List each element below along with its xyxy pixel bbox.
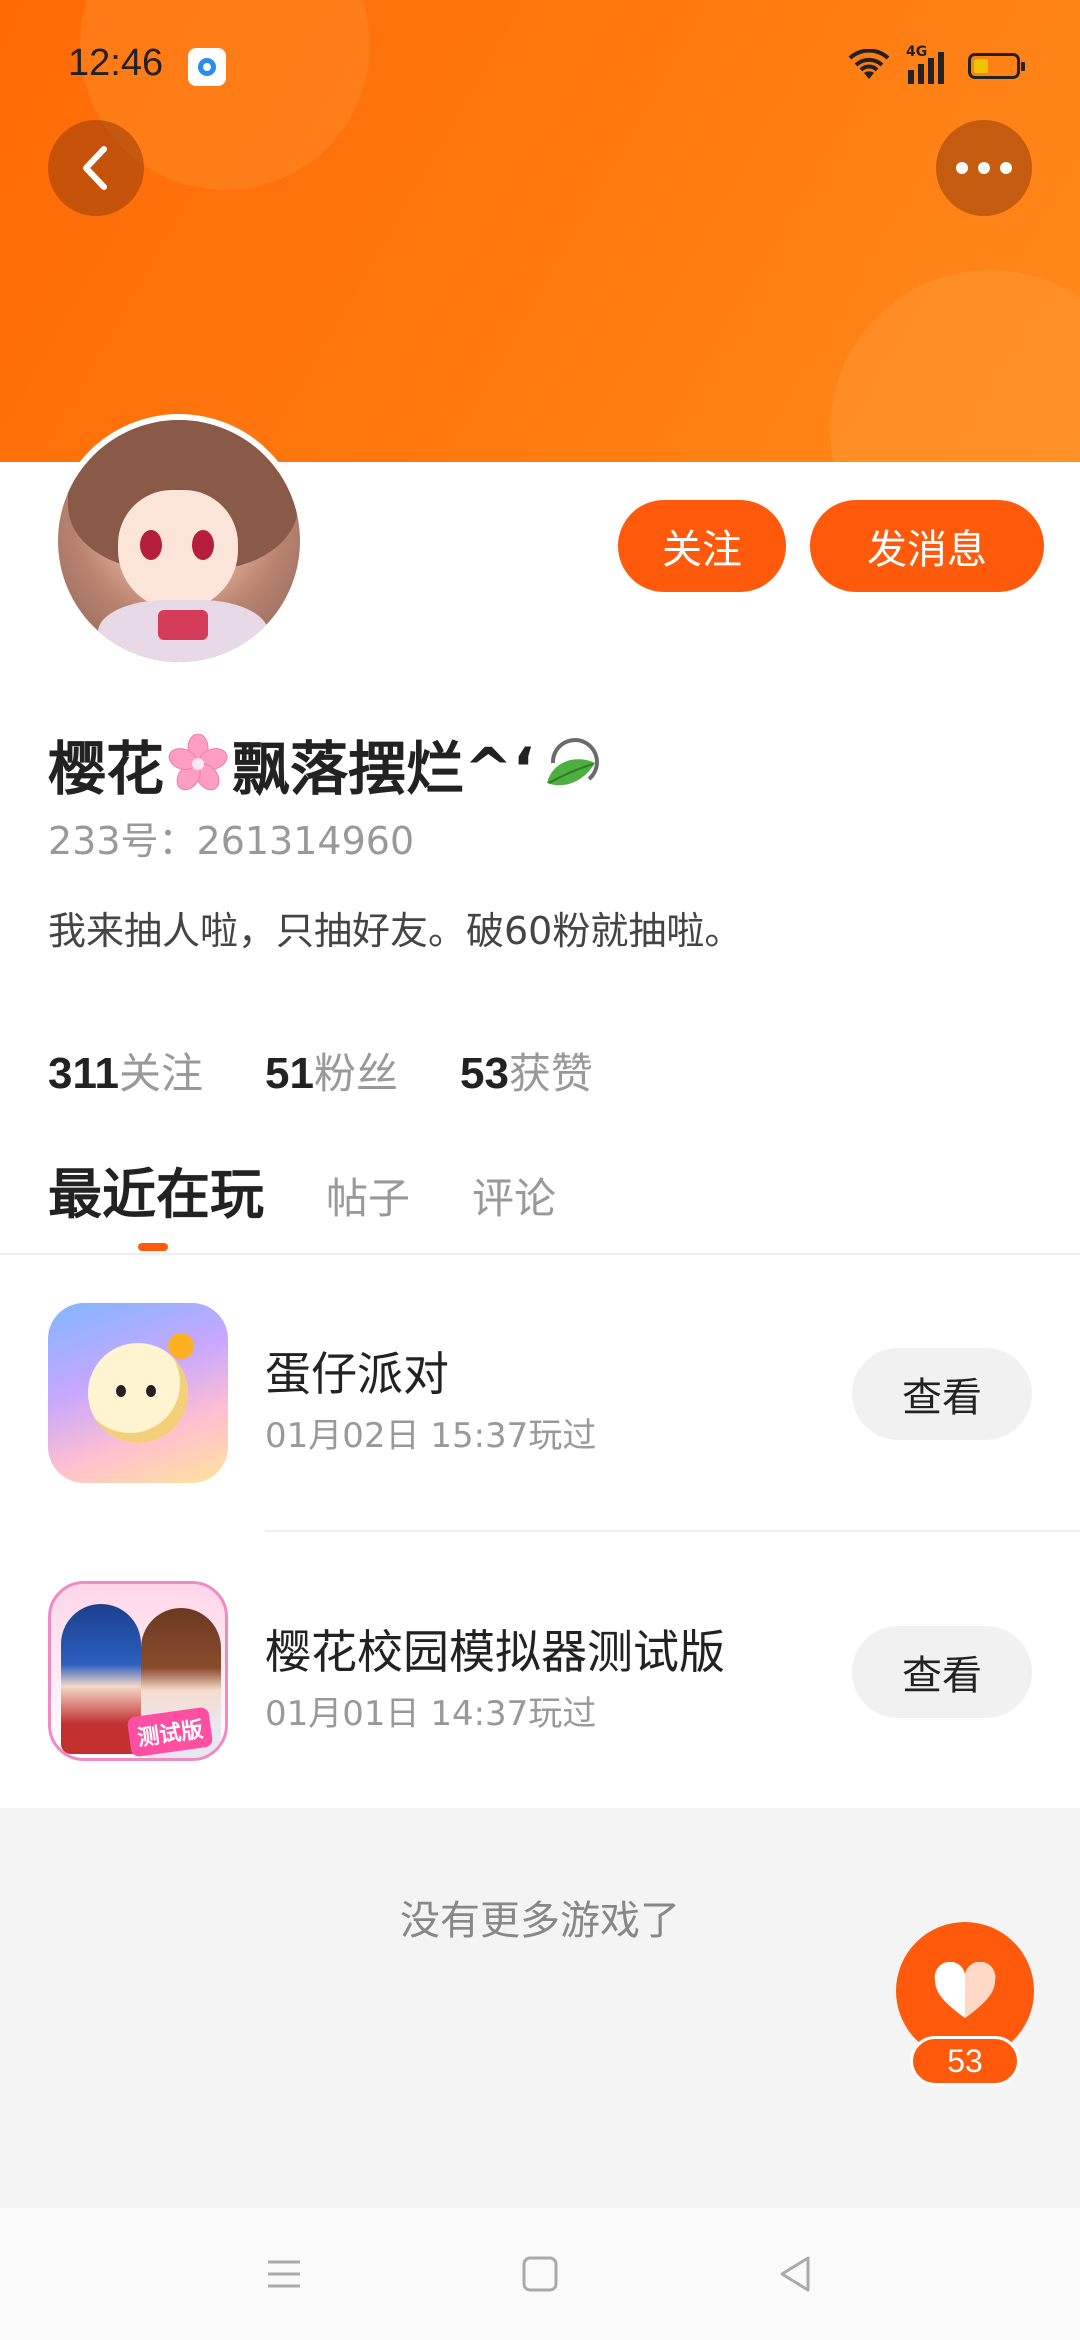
game-title: 蛋仔派对 bbox=[265, 1347, 449, 1401]
game-title: 樱花校园模拟器测试版 bbox=[265, 1625, 725, 1679]
game-played-time: 01月02日 15:37玩过 bbox=[265, 1416, 597, 1456]
system-nav-bar bbox=[0, 2208, 1080, 2340]
bio-text: 我来抽人啦，只抽好友。破60粉就抽啦。 bbox=[48, 909, 743, 953]
list-item[interactable]: 测试版 樱花校园模拟器测试版 01月01日 14:37玩过 查看 bbox=[0, 1556, 1080, 1786]
stat-number: 51 bbox=[265, 1049, 314, 1098]
view-button[interactable]: 查看 bbox=[852, 1626, 1032, 1718]
divider bbox=[0, 1253, 1080, 1255]
app-notification-icon bbox=[188, 48, 226, 86]
profile-tabs: 最近在玩 帖子 评论 bbox=[48, 1150, 556, 1229]
no-more-games-text: 没有更多游戏了 bbox=[400, 1898, 680, 1944]
stats-row: 311关注 51粉丝 53获赞 bbox=[48, 1040, 593, 1101]
tab-posts[interactable]: 帖子 bbox=[326, 1165, 410, 1226]
more-options-button[interactable] bbox=[936, 120, 1032, 216]
tab-comments[interactable]: 评论 bbox=[472, 1165, 556, 1226]
home-icon[interactable] bbox=[518, 2252, 562, 2296]
like-count-badge: 53 bbox=[910, 2036, 1020, 2086]
stat-likes[interactable]: 53获赞 bbox=[460, 1040, 593, 1101]
menu-icon[interactable] bbox=[262, 2252, 306, 2296]
chevron-left-icon bbox=[83, 146, 107, 190]
back-button[interactable] bbox=[48, 120, 144, 216]
username-part2: 飘落摆烂^‘ bbox=[232, 735, 535, 803]
user-id: 233号：261314960 bbox=[48, 819, 415, 863]
status-icons: 4G bbox=[848, 44, 1025, 86]
stat-label: 获赞 bbox=[508, 1049, 593, 1098]
status-bar: 12:46 4G bbox=[0, 0, 1080, 130]
game-icon-sakura-school: 测试版 bbox=[48, 1581, 228, 1761]
view-button[interactable]: 查看 bbox=[852, 1348, 1032, 1440]
back-triangle-icon[interactable] bbox=[774, 2252, 818, 2296]
stat-number: 53 bbox=[459, 1049, 509, 1098]
avatar-image bbox=[58, 420, 300, 662]
signal-icon: 4G bbox=[906, 44, 952, 84]
profile-header-banner: 12:46 4G bbox=[0, 0, 1080, 462]
stat-following[interactable]: 311关注 bbox=[48, 1040, 203, 1101]
active-tab-indicator bbox=[138, 1243, 168, 1251]
wifi-icon bbox=[848, 49, 890, 79]
username: 樱花 飘落摆烂^‘ bbox=[48, 722, 607, 806]
divider bbox=[265, 1530, 1080, 1532]
game-icon-egg-party bbox=[48, 1303, 228, 1483]
send-message-button[interactable]: 发消息 bbox=[810, 500, 1044, 592]
stat-number: 311 bbox=[48, 1049, 119, 1098]
stat-followers[interactable]: 51粉丝 bbox=[265, 1040, 398, 1101]
list-item[interactable]: 蛋仔派对 01月02日 15:37玩过 查看 bbox=[0, 1278, 1080, 1508]
leaf-emoji-icon bbox=[546, 738, 599, 786]
stat-label: 粉丝 bbox=[313, 1049, 398, 1098]
stat-label: 关注 bbox=[118, 1049, 203, 1098]
follow-button[interactable]: 关注 bbox=[618, 500, 786, 592]
avatar[interactable] bbox=[52, 414, 306, 668]
game-played-time: 01月01日 14:37玩过 bbox=[265, 1694, 597, 1734]
more-dots-icon bbox=[956, 162, 1012, 174]
tab-recently-played[interactable]: 最近在玩 bbox=[48, 1150, 264, 1229]
status-time: 12:46 bbox=[68, 42, 164, 84]
network-type-label: 4G bbox=[906, 44, 928, 60]
battery-icon bbox=[968, 53, 1025, 79]
heart-icon bbox=[934, 1962, 996, 2018]
header-decoration bbox=[830, 270, 1080, 462]
sakura-emoji-icon bbox=[168, 734, 228, 791]
username-part1: 樱花 bbox=[48, 735, 165, 803]
